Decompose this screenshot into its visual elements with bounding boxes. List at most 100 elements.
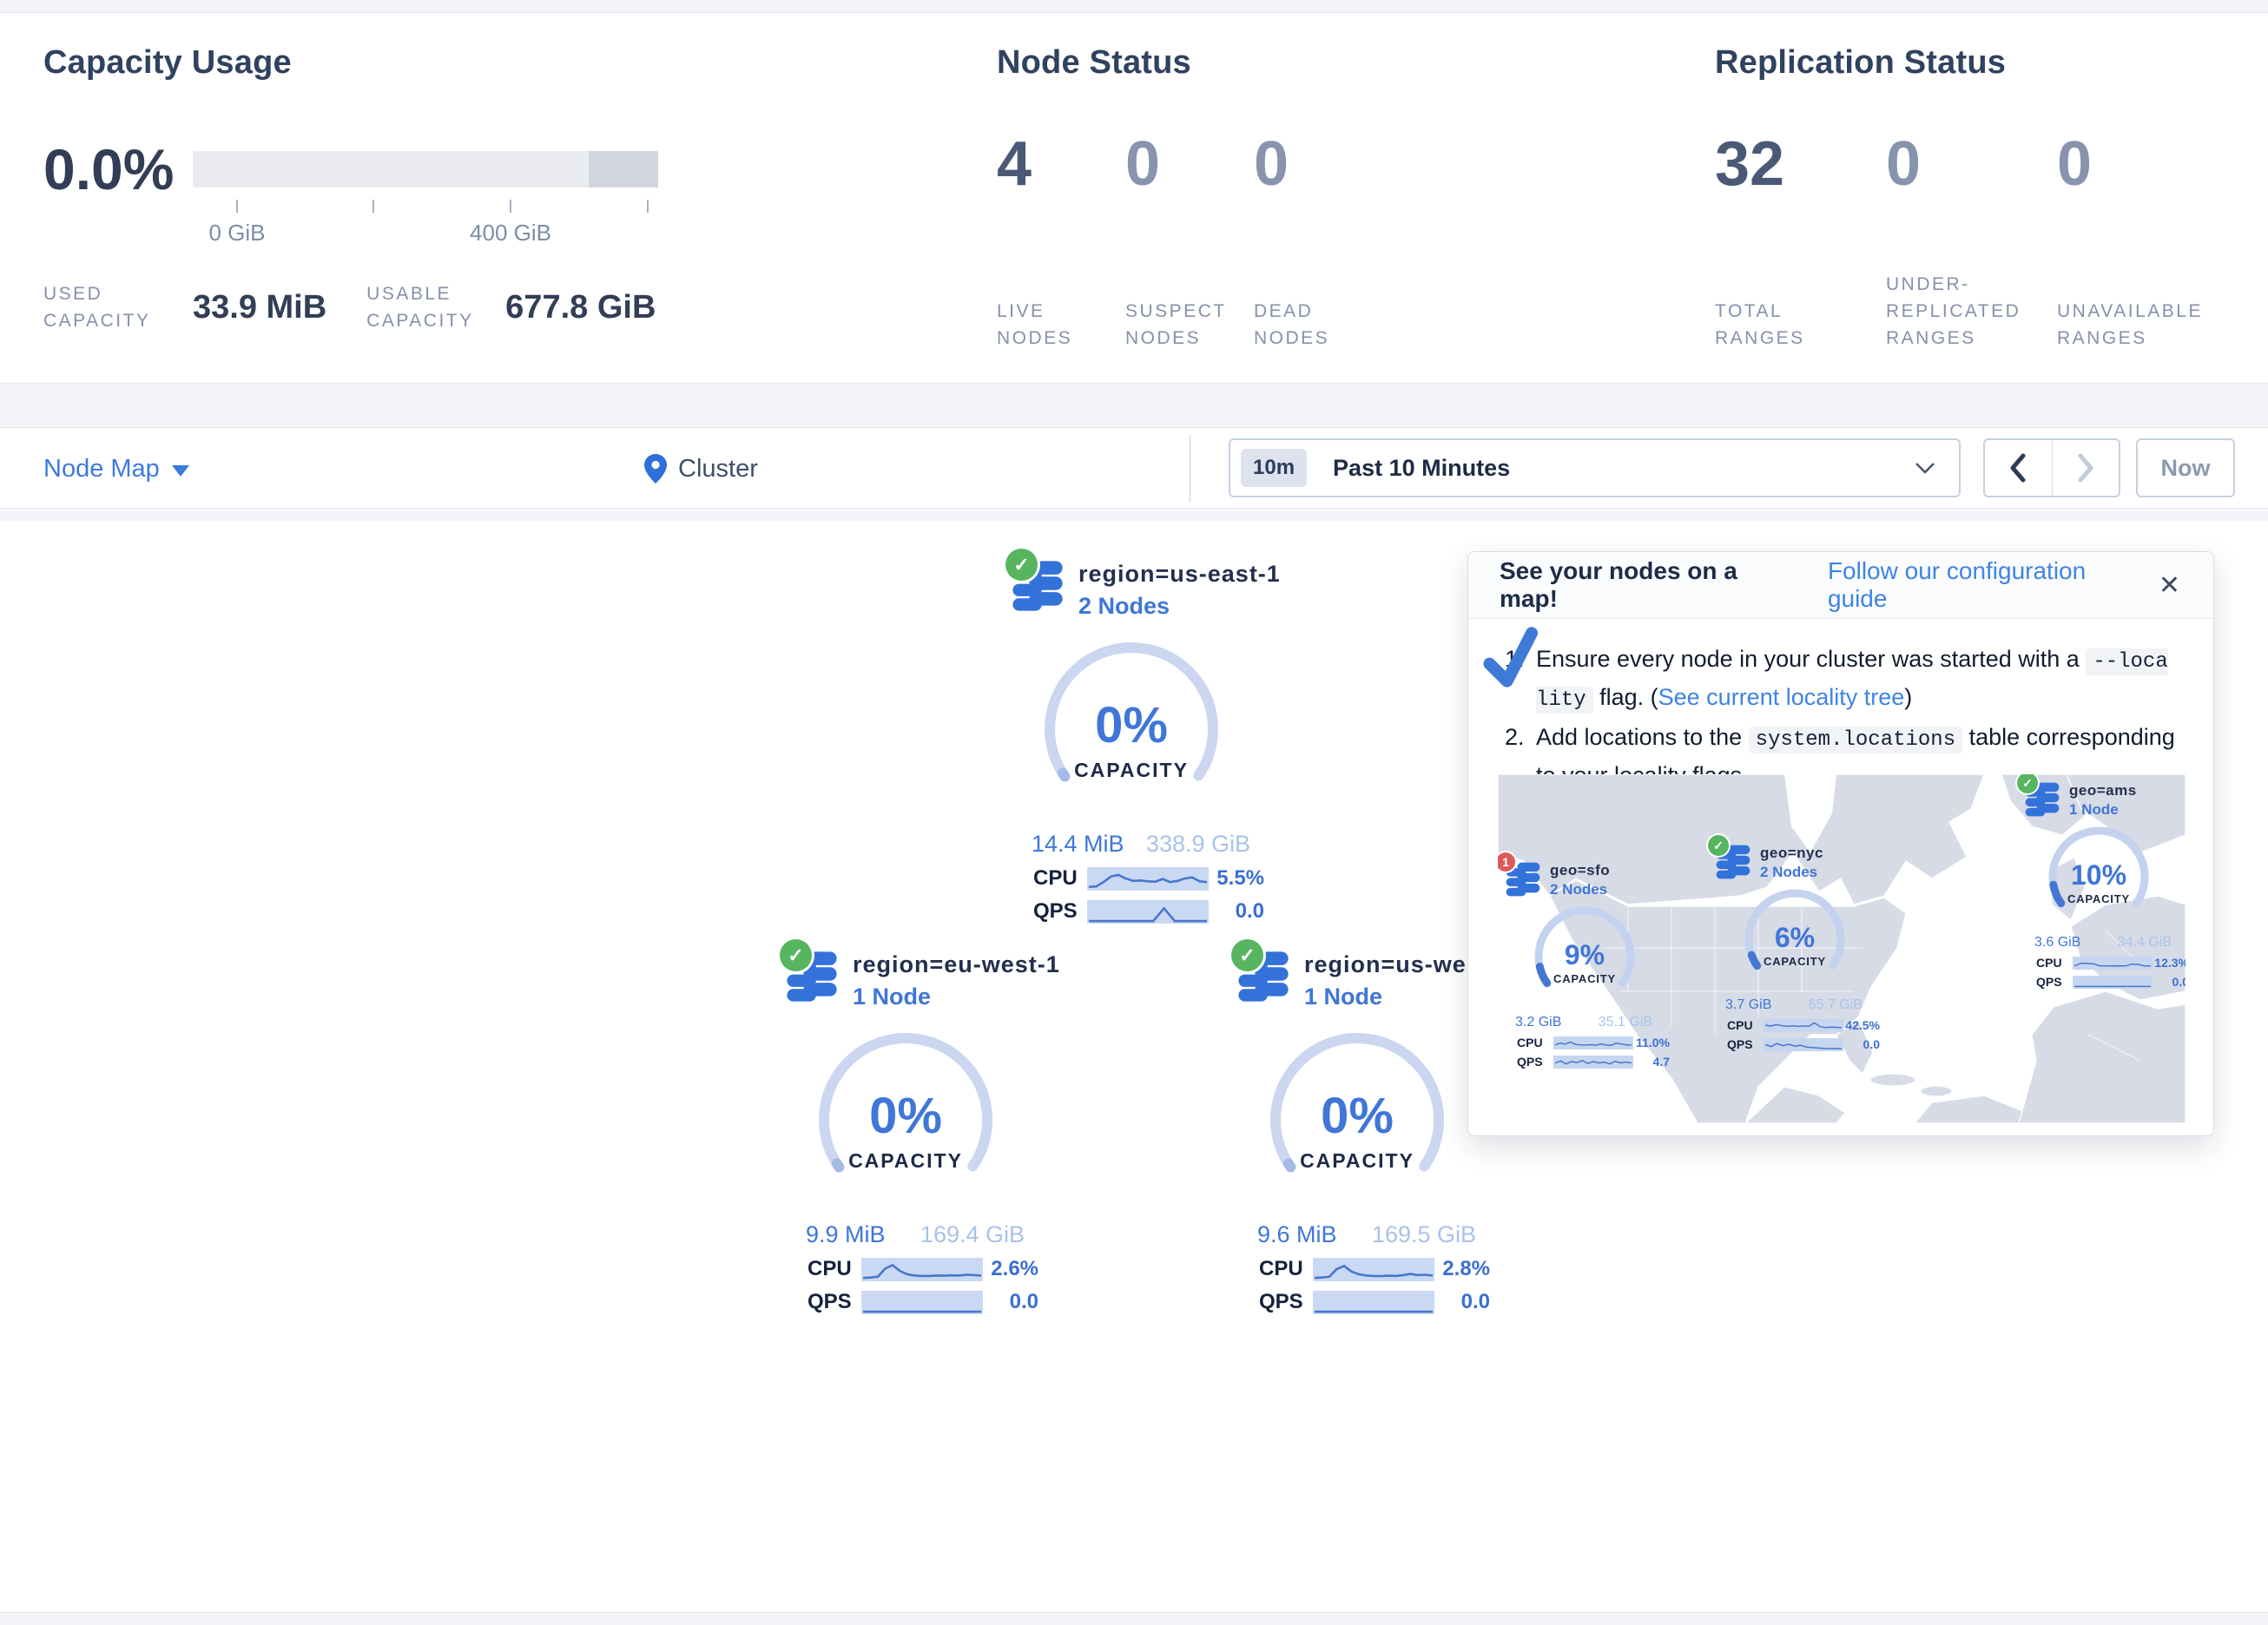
node-map-setup-popup: See your nodes on a map! Follow our conf… <box>1467 551 2214 1136</box>
region-card-eu-west-1[interactable]: ✓ region=eu-west-1 1 Node 0% CAPACITY 9.… <box>781 950 1073 1314</box>
capacity-usage-section: Capacity Usage 0.0% 0 GiB 400 GiB USED C… <box>43 13 912 385</box>
qps-value: 0.0 <box>1010 1290 1038 1314</box>
live-nodes-label: LIVE NODES <box>997 298 1127 352</box>
node-map-panel: ✓ region=us-east-1 2 Nodes 0% CAPACITY 1… <box>0 521 2268 1613</box>
cpu-sparkline <box>1087 867 1209 891</box>
qps-value: 0.0 <box>2172 975 2186 989</box>
map-node-geo-nyc[interactable]: ✓ geo=nyc 2 Nodes 6% CAPACITY <box>1715 844 1893 1051</box>
cpu-label: CPU <box>1727 1018 1764 1032</box>
capacity-gauge-word: CAPACITY <box>1764 955 1826 968</box>
status-ok-icon: ✓ <box>780 939 812 971</box>
map-node-name: geo=ams <box>2069 782 2137 799</box>
view-mode-label: Node Map <box>43 455 160 484</box>
live-nodes-stat: 4 LIVE NODES <box>997 124 1125 352</box>
map-node-geo-ams[interactable]: ✓ geo=ams 1 Node 10% CAPACITY <box>2024 781 2186 989</box>
map-node-count: 2 Nodes <box>1760 864 1823 881</box>
qps-sparkline <box>1764 1038 1843 1051</box>
region-total-capacity: 338.9 GiB <box>1146 831 1250 858</box>
cpu-sparkline <box>1553 1036 1633 1049</box>
capacity-bar <box>193 151 658 188</box>
capacity-axis-label: 400 GiB <box>470 220 551 247</box>
under-replicated-stat: 0 UNDER-REPLICATED RANGES <box>1886 124 2057 352</box>
time-range-dropdown[interactable]: 10m Past 10 Minutes <box>1229 438 1961 497</box>
total-ranges-value: 32 <box>1715 124 1886 204</box>
time-forward-button[interactable] <box>2053 440 2120 496</box>
region-name: region=eu-west-1 <box>853 951 1060 978</box>
region-used-capacity: 9.9 MiB <box>806 1221 886 1248</box>
usable-capacity-label: USABLE CAPACITY <box>366 280 497 334</box>
cpu-value: 5.5% <box>1216 866 1264 891</box>
cpu-sparkline <box>1764 1019 1843 1032</box>
under-replicated-label: UNDER-REPLICATED RANGES <box>1886 271 2029 352</box>
status-ok-icon: ✓ <box>1231 939 1263 971</box>
map-node-name: geo=nyc <box>1760 845 1823 862</box>
breadcrumb-label: Cluster <box>678 455 758 484</box>
cpu-label: CPU <box>1259 1257 1313 1281</box>
qps-value: 0.0 <box>1461 1290 1490 1314</box>
time-pager <box>1983 438 2120 497</box>
cpu-value: 42.5% <box>1845 1018 1880 1032</box>
chevron-right-icon <box>2076 452 2095 484</box>
capacity-usage-title: Capacity Usage <box>43 44 292 82</box>
world-map-preview: 1 geo=sfo 2 Nodes 9% CAPACITY <box>1498 774 2186 1123</box>
capacity-axis-tick <box>373 200 374 213</box>
capacity-gauge-word: CAPACITY <box>2067 892 2130 905</box>
replication-status-title: Replication Status <box>1715 44 2006 82</box>
capacity-percent: 0.0% <box>43 136 174 202</box>
map-node-total: 34.4 GiB <box>2118 935 2172 951</box>
time-range-badge: 10m <box>1241 449 1307 487</box>
qps-value: 0.0 <box>1863 1037 1880 1051</box>
map-node-name: geo=sfo <box>1550 862 1610 879</box>
status-ok-icon: ✓ <box>1708 835 1729 856</box>
capacity-gauge-word: CAPACITY <box>1300 1149 1414 1173</box>
popup-header: See your nodes on a map! Follow our conf… <box>1468 552 2213 619</box>
qps-label: QPS <box>1727 1037 1764 1051</box>
cpu-value: 2.8% <box>1442 1257 1490 1281</box>
map-node-geo-sfo[interactable]: 1 geo=sfo 2 Nodes 9% CAPACITY <box>1505 861 1683 1069</box>
qps-value: 4.7 <box>1653 1055 1670 1069</box>
capacity-axis-tick <box>510 200 511 213</box>
qps-sparkline <box>2073 976 2153 989</box>
capacity-gauge-percent: 6% <box>1775 924 1815 951</box>
capacity-axis-label: 0 GiB <box>208 220 265 247</box>
capacity-bar-reserved-segment <box>589 151 658 188</box>
live-nodes-value: 4 <box>997 124 1125 204</box>
suspect-nodes-stat: 0 SUSPECT NODES <box>1125 124 1254 352</box>
replication-status-section: Replication Status 32 TOTAL RANGES 0 UND… <box>1715 13 2253 385</box>
qps-value: 0.0 <box>1236 899 1264 924</box>
view-mode-dropdown[interactable]: Node Map <box>43 428 189 510</box>
region-used-capacity: 9.6 MiB <box>1257 1221 1337 1248</box>
locality-tree-link[interactable]: See current locality tree <box>1658 684 1905 710</box>
cpu-value: 12.3% <box>2154 956 2186 970</box>
system-locations-code: system.locations <box>1749 727 1962 753</box>
under-replicated-value: 0 <box>1886 124 2057 204</box>
region-card-us-east-1[interactable]: ✓ region=us-east-1 2 Nodes 0% CAPACITY 1… <box>1007 559 1299 924</box>
map-node-count: 1 Node <box>2069 801 2137 819</box>
chevron-down-icon <box>172 465 189 477</box>
status-ok-icon: ✓ <box>1005 549 1038 581</box>
time-range-label: Past 10 Minutes <box>1333 455 1510 482</box>
usable-capacity-value: 677.8 GiB <box>505 289 656 326</box>
breadcrumb[interactable]: Cluster <box>644 428 758 510</box>
total-ranges-label: TOTAL RANGES <box>1715 298 1858 352</box>
cpu-label: CPU <box>1517 1036 1553 1049</box>
configuration-guide-link[interactable]: Follow our configuration guide <box>1828 557 2152 613</box>
qps-label: QPS <box>1259 1290 1313 1314</box>
map-node-count: 2 Nodes <box>1550 881 1610 898</box>
qps-sparkline <box>1087 900 1209 924</box>
time-back-button[interactable] <box>1985 440 2053 496</box>
region-node-count: 2 Nodes <box>1078 593 1281 620</box>
capacity-axis-tick <box>236 200 238 213</box>
capacity-gauge-percent: 10% <box>2071 861 2126 889</box>
unavailable-ranges-value: 0 <box>2057 124 2228 204</box>
now-button[interactable]: Now <box>2136 438 2235 497</box>
chevron-down-icon <box>1914 461 1936 475</box>
region-used-capacity: 14.4 MiB <box>1032 831 1124 858</box>
close-icon[interactable]: ✕ <box>2152 567 2187 604</box>
capacity-gauge-percent: 9% <box>1565 941 1605 969</box>
total-ranges-stat: 32 TOTAL RANGES <box>1715 124 1886 352</box>
qps-sparkline <box>1313 1291 1434 1314</box>
suspect-nodes-value: 0 <box>1125 124 1254 204</box>
capacity-gauge-word: CAPACITY <box>848 1149 963 1173</box>
dead-nodes-stat: 0 DEAD NODES <box>1254 124 1382 352</box>
